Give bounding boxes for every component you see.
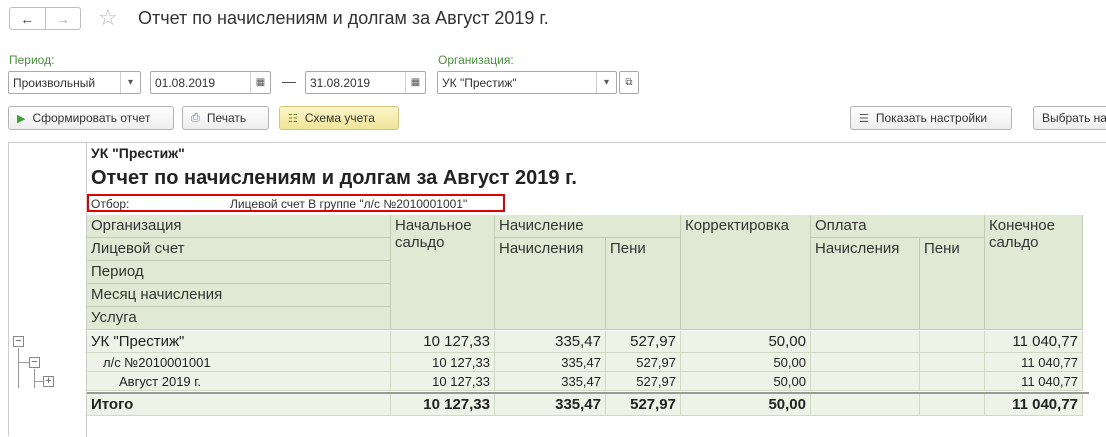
settings-list-icon: ☰ [859,112,869,125]
filter-value: Лицевой счет В группе "л/с №2010001001" [230,197,468,211]
star-icon[interactable]: ☆ [98,5,118,31]
chevron-down-icon[interactable]: ▾ [120,72,140,93]
arrow-right-icon: → [55,10,70,27]
report-area: УК "Престиж" Отчет по начислениям и долг… [8,142,1106,437]
tree-line [34,369,35,388]
header-payment-penalty: Пени [920,238,985,330]
row-pay-accruals [811,372,920,391]
scheme-label: Схема учета [304,111,375,125]
header-organization: Организация [87,215,391,238]
total-penalty: 527,97 [606,394,681,416]
date-from-field[interactable]: 01.08.2019 ▦ [150,71,271,94]
row-pay-penalty [920,353,985,372]
organization-value: УК "Престиж" [442,75,517,90]
collapse-icon[interactable]: − [13,336,24,347]
row-pay-penalty [920,331,985,353]
total-opening: 10 127,33 [391,394,495,416]
report-filter: Отбор: Лицевой счет В группе "л/с №20100… [87,194,505,212]
total-pay-accruals [811,394,920,416]
header-closing: Конечное сальдо [985,215,1083,330]
date-to-value: 31.08.2019 [310,75,371,90]
header-payment: Оплата [811,215,985,238]
tree-line [18,348,19,388]
row-pay-penalty [920,372,985,391]
nav-buttons: ← → [9,7,81,30]
collapse-icon[interactable]: − [29,357,40,368]
printer-icon: ⎙ [191,111,200,124]
period-label: Период: [9,53,55,67]
header-accrual-penalty: Пени [606,238,681,330]
choose-button[interactable]: Выбрать на [1033,106,1106,130]
show-settings-label: Показать настройки [875,111,988,125]
header-period: Период [87,261,391,284]
total-correction: 50,00 [681,394,811,416]
show-settings-button[interactable]: ☰ Показать настройки [850,106,1012,130]
header-correction: Корректировка [681,215,811,330]
print-label: Печать [206,111,247,125]
header-service: Услуга [87,307,391,330]
choose-label: Выбрать на [1042,111,1106,125]
tree-line [34,381,43,382]
row-penalty: 527,97 [606,372,681,391]
open-icon: ⧉ [625,77,633,88]
total-name: Итого [87,394,391,416]
header-account: Лицевой счет [87,238,391,261]
total-pay-penalty [920,394,985,416]
row-opening: 10 127,33 [391,331,495,353]
row-pay-accruals [811,353,920,372]
play-icon: ▶ [17,112,26,125]
total-closing: 11 040,77 [985,394,1083,416]
date-range-dash: — [282,73,296,89]
report-organization: УК "Престиж" [91,145,185,161]
calendar-icon[interactable]: ▦ [250,72,270,93]
date-to-field[interactable]: 31.08.2019 ▦ [305,71,426,94]
row-correction: 50,00 [681,372,811,391]
organization-select[interactable]: УК "Престиж" ▾ [437,71,617,94]
row-name: УК "Престиж" [87,331,391,353]
generate-report-label: Сформировать отчет [32,111,151,125]
organization-label: Организация: [438,53,514,67]
header-month: Месяц начисления [87,284,391,307]
hierarchy-icon: ☷ [288,112,298,125]
expand-icon[interactable]: + [43,376,54,387]
row-correction: 50,00 [681,331,811,353]
tree-gutter [9,143,87,437]
row-accrual: 335,47 [495,331,606,353]
row-accrual: 335,47 [495,353,606,372]
print-button[interactable]: ⎙ Печать [182,106,269,130]
chevron-down-icon[interactable]: ▾ [596,72,616,93]
row-penalty: 527,97 [606,331,681,353]
period-type-value: Произвольный [13,75,96,90]
row-name: л/с №2010001001 [87,353,391,372]
back-button[interactable]: ← [10,8,45,29]
arrow-left-icon: ← [20,10,35,27]
date-from-value: 01.08.2019 [155,75,216,90]
row-correction: 50,00 [681,353,811,372]
calendar-icon[interactable]: ▦ [405,72,425,93]
scheme-button[interactable]: ☷ Схема учета [279,106,399,130]
total-accrual: 335,47 [495,394,606,416]
row-penalty: 527,97 [606,353,681,372]
row-pay-accruals [811,331,920,353]
row-opening: 10 127,33 [391,372,495,391]
row-name: Август 2019 г. [87,372,391,391]
period-type-select[interactable]: Произвольный ▾ [8,71,141,94]
row-accrual: 335,47 [495,372,606,391]
row-closing: 11 040,77 [985,372,1083,391]
header-payment-accruals: Начисления [811,238,920,330]
header-opening: Начальное сальдо [391,215,495,330]
filter-key: Отбор: [91,197,130,211]
row-closing: 11 040,77 [985,331,1083,353]
open-organization-button[interactable]: ⧉ [619,71,639,94]
row-closing: 11 040,77 [985,353,1083,372]
tree-line [18,362,29,363]
header-accrual-accruals: Начисления [495,238,606,330]
report-title: Отчет по начислениям и долгам за Август … [91,167,577,189]
row-opening: 10 127,33 [391,353,495,372]
forward-button[interactable]: → [44,8,81,29]
page-title: Отчет по начислениям и долгам за Август … [138,8,549,28]
generate-report-button[interactable]: ▶ Сформировать отчет [8,106,174,130]
header-accrual: Начисление [495,215,681,238]
title-bar: ← → ☆ Отчет по начислениям и долгам за А… [0,0,1106,38]
